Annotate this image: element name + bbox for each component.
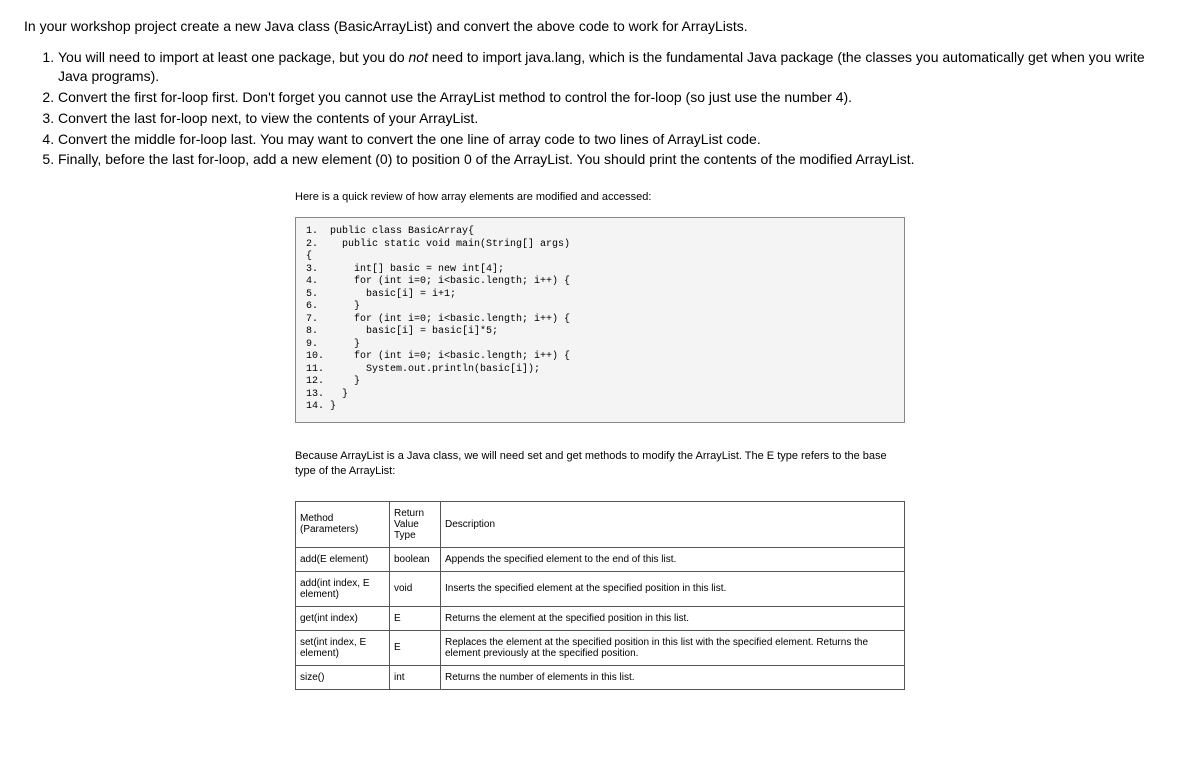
cell-desc: Inserts the specified element at the spe…: [441, 571, 905, 606]
header-return: Return Value Type: [390, 501, 441, 547]
list-item-text: You will need to import at least one pac…: [58, 49, 409, 65]
code-block: 1. public class BasicArray{ 2. public st…: [295, 217, 905, 423]
table-header-row: Method (Parameters) Return Value Type De…: [296, 501, 905, 547]
table-row: set(int index, E element) E Replaces the…: [296, 630, 905, 665]
because-text: Because ArrayList is a Java class, we wi…: [295, 449, 905, 479]
cell-return: void: [390, 571, 441, 606]
header-description: Description: [441, 501, 905, 547]
inner-content: Here is a quick review of how array elem…: [295, 191, 905, 689]
cell-method: get(int index): [296, 606, 390, 630]
cell-return: E: [390, 630, 441, 665]
list-item: Convert the middle for-loop last. You ma…: [58, 130, 1176, 149]
cell-method: add(int index, E element): [296, 571, 390, 606]
list-item: You will need to import at least one pac…: [58, 48, 1176, 86]
intro-text: In your workshop project create a new Ja…: [24, 18, 1176, 34]
cell-method: add(E element): [296, 547, 390, 571]
methods-table: Method (Parameters) Return Value Type De…: [295, 501, 905, 690]
cell-method: set(int index, E element): [296, 630, 390, 665]
cell-return: E: [390, 606, 441, 630]
header-method: Method (Parameters): [296, 501, 390, 547]
review-intro: Here is a quick review of how array elem…: [295, 191, 905, 203]
table-row: add(E element) boolean Appends the speci…: [296, 547, 905, 571]
cell-desc: Replaces the element at the specified po…: [441, 630, 905, 665]
list-item: Finally, before the last for-loop, add a…: [58, 150, 1176, 169]
list-item: Convert the first for-loop first. Don't …: [58, 88, 1176, 107]
table-row: get(int index) E Returns the element at …: [296, 606, 905, 630]
emphasis-not: not: [409, 49, 428, 65]
list-item: Convert the last for-loop next, to view …: [58, 109, 1176, 128]
table-row: size() int Returns the number of element…: [296, 665, 905, 689]
cell-desc: Returns the number of elements in this l…: [441, 665, 905, 689]
cell-return: boolean: [390, 547, 441, 571]
cell-desc: Appends the specified element to the end…: [441, 547, 905, 571]
instruction-list: You will need to import at least one pac…: [24, 48, 1176, 169]
table-row: add(int index, E element) void Inserts t…: [296, 571, 905, 606]
cell-desc: Returns the element at the specified pos…: [441, 606, 905, 630]
cell-return: int: [390, 665, 441, 689]
cell-method: size(): [296, 665, 390, 689]
